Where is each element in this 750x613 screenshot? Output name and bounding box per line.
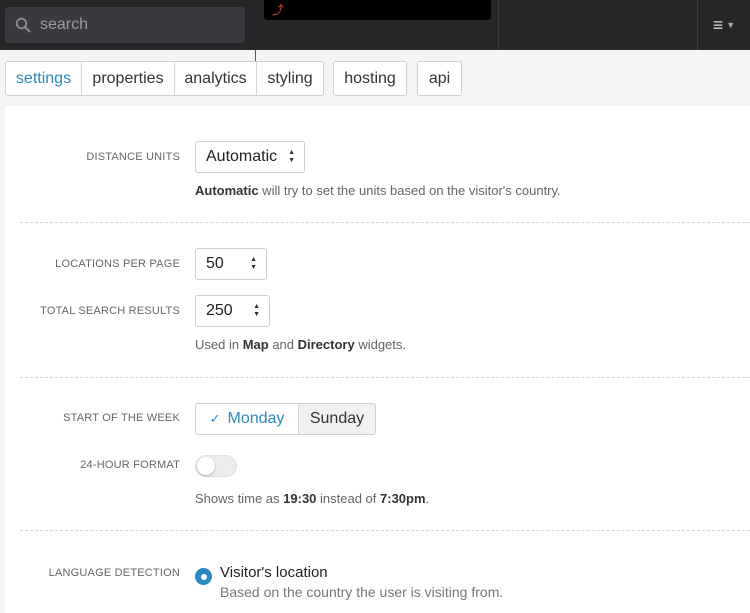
select-arrows-icon: ▲ ▼ <box>253 303 260 318</box>
settings-tab-group: settings properties analytics styling <box>5 61 324 96</box>
divider <box>498 0 499 50</box>
hosting-tab-group: hosting <box>333 61 407 96</box>
tab-api[interactable]: api <box>418 62 461 95</box>
total-search-results-select[interactable]: 250 ▲ ▼ <box>195 295 270 327</box>
top-bar: search ⤴ ≡ ▼ <box>0 0 750 50</box>
section-divider <box>20 222 750 223</box>
locations-per-page-select[interactable]: 50 ▲ ▼ <box>195 248 267 280</box>
locations-per-page-value: 50 <box>206 255 224 272</box>
caret-down-icon: ▼ <box>726 20 736 30</box>
search-box[interactable]: search <box>5 7 245 43</box>
tab-settings[interactable]: settings <box>6 62 82 95</box>
monday-option[interactable]: ✓ Monday <box>196 404 298 434</box>
settings-panel: DISTANCE UNITS Automatic ▲ ▼ Automatic wi… <box>5 106 750 613</box>
visitors-location-radio[interactable] <box>195 568 212 585</box>
hamburger-menu-icon: ≡ <box>712 15 724 35</box>
switch-knob <box>197 457 215 475</box>
start-of-week-label: START OF THE WEEK <box>63 412 180 424</box>
widget-preview-thumbnail[interactable]: ⤴ <box>264 0 491 20</box>
24-hour-format-help: Shows time as 19:30 instead of 7:30pm. <box>195 491 430 506</box>
checkmark-icon: ✓ <box>209 411 221 426</box>
language-detection-label: LANGUAGE DETECTION <box>48 567 180 579</box>
radio-dot <box>200 573 207 580</box>
api-tab-group: api <box>417 61 462 96</box>
tab-properties[interactable]: properties <box>82 62 175 95</box>
section-divider <box>20 377 750 378</box>
distance-units-value: Automatic <box>206 148 278 165</box>
search-icon <box>15 17 31 33</box>
rocket-icon: ⤴ <box>272 3 285 17</box>
select-arrows-icon: ▲ ▼ <box>250 256 257 271</box>
tab-hosting[interactable]: hosting <box>334 62 406 95</box>
distance-units-label: DISTANCE UNITS <box>86 151 180 163</box>
start-of-week-toggle: ✓ Monday Sunday <box>195 403 376 435</box>
search-input[interactable]: search <box>40 16 88 34</box>
total-search-results-help: Used in Map and Directory widgets. <box>195 337 407 352</box>
locations-per-page-label: LOCATIONS PER PAGE <box>55 258 180 270</box>
visitors-location-title[interactable]: Visitor's location <box>220 564 328 581</box>
24-hour-format-switch[interactable] <box>195 455 237 477</box>
section-divider <box>20 530 750 531</box>
tab-styling[interactable]: styling <box>257 62 323 95</box>
distance-units-select[interactable]: Automatic ▲ ▼ <box>195 141 305 173</box>
total-search-results-label: TOTAL SEARCH RESULTS <box>40 305 180 317</box>
sunday-option[interactable]: Sunday <box>298 404 375 434</box>
tab-analytics[interactable]: analytics <box>175 62 257 95</box>
distance-units-help: Automatic will try to set the units base… <box>195 183 561 198</box>
main-menu-button[interactable]: ≡ ▼ <box>698 0 750 50</box>
24-hour-format-label: 24-HOUR FORMAT <box>80 459 180 471</box>
select-arrows-icon: ▲ ▼ <box>288 149 295 164</box>
visitors-location-description: Based on the country the user is visitin… <box>220 584 504 600</box>
monday-label: Monday <box>227 410 285 427</box>
total-search-results-value: 250 <box>206 302 233 319</box>
